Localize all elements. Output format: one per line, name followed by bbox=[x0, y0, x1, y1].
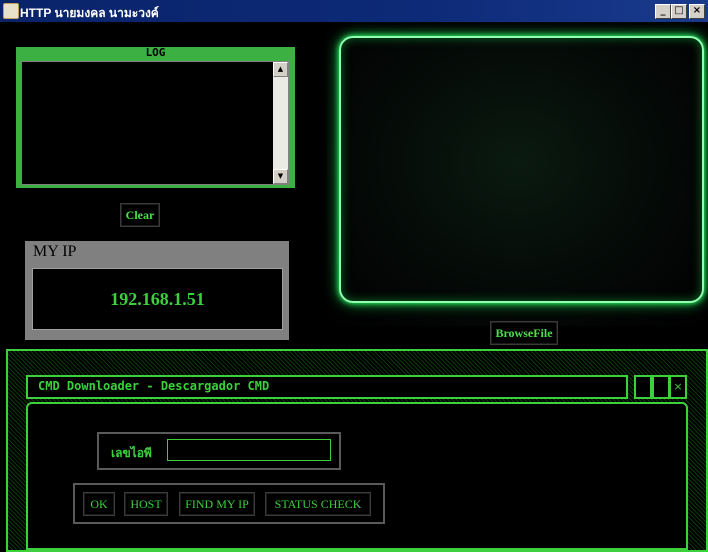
my-ip-display: 192.168.1.51 bbox=[32, 268, 283, 330]
ip-input[interactable] bbox=[167, 439, 331, 461]
log-textarea[interactable]: ▲ ▼ bbox=[21, 61, 289, 185]
cmd-title: CMD Downloader - Descargador CMD bbox=[38, 379, 270, 393]
minimize-button[interactable]: _ bbox=[655, 4, 671, 19]
ip-field-label: เลขไอพี bbox=[111, 446, 152, 460]
glow-frame bbox=[339, 36, 704, 303]
app-icon bbox=[3, 3, 19, 19]
maximize-button[interactable]: □ bbox=[671, 4, 687, 19]
cmd-titlebar: CMD Downloader - Descargador CMD bbox=[26, 375, 628, 399]
status-check-button[interactable]: STATUS CHECK bbox=[265, 492, 371, 516]
close-button[interactable]: × bbox=[689, 4, 705, 19]
window-title: HTTP นายมงคล นามะวงค์ bbox=[20, 6, 159, 20]
find-my-ip-button[interactable]: FIND MY IP bbox=[179, 492, 255, 516]
cmd-body: เลขไอพี OK HOST FIND MY IP STATUS CHECK bbox=[26, 402, 688, 550]
log-panel: LOG ▲ ▼ bbox=[16, 47, 295, 188]
browse-file-button[interactable]: BrowseFile bbox=[490, 321, 558, 345]
ok-button[interactable]: OK bbox=[83, 492, 115, 516]
scroll-up-icon[interactable]: ▲ bbox=[273, 62, 288, 77]
log-title: LOG bbox=[145, 46, 166, 59]
cmd-maximize-button[interactable] bbox=[652, 375, 670, 399]
cmd-downloader-window: CMD Downloader - Descargador CMD × เลขไอ… bbox=[6, 349, 708, 552]
cmd-close-button[interactable]: × bbox=[669, 375, 687, 399]
log-scrollbar[interactable]: ▲ ▼ bbox=[273, 62, 288, 184]
window-titlebar: HTTP นายมงคล นามะวงค์ _ □ × bbox=[0, 0, 708, 22]
my-ip-label: MY IP bbox=[31, 243, 79, 261]
my-ip-value: 192.168.1.51 bbox=[110, 289, 205, 309]
my-ip-group: 192.168.1.51 MY IP bbox=[25, 241, 289, 340]
action-button-group: OK HOST FIND MY IP STATUS CHECK bbox=[73, 483, 385, 524]
clear-button[interactable]: Clear bbox=[120, 203, 160, 227]
ip-field-group: เลขไอพี bbox=[97, 432, 341, 470]
cmd-minimize-button[interactable] bbox=[634, 375, 652, 399]
scroll-down-icon[interactable]: ▼ bbox=[273, 169, 288, 184]
file-preview-panel[interactable] bbox=[327, 28, 707, 326]
host-button[interactable]: HOST bbox=[124, 492, 168, 516]
client-area: LOG ▲ ▼ Clear 192.168.1.51 MY IP BrowseF… bbox=[0, 22, 708, 552]
